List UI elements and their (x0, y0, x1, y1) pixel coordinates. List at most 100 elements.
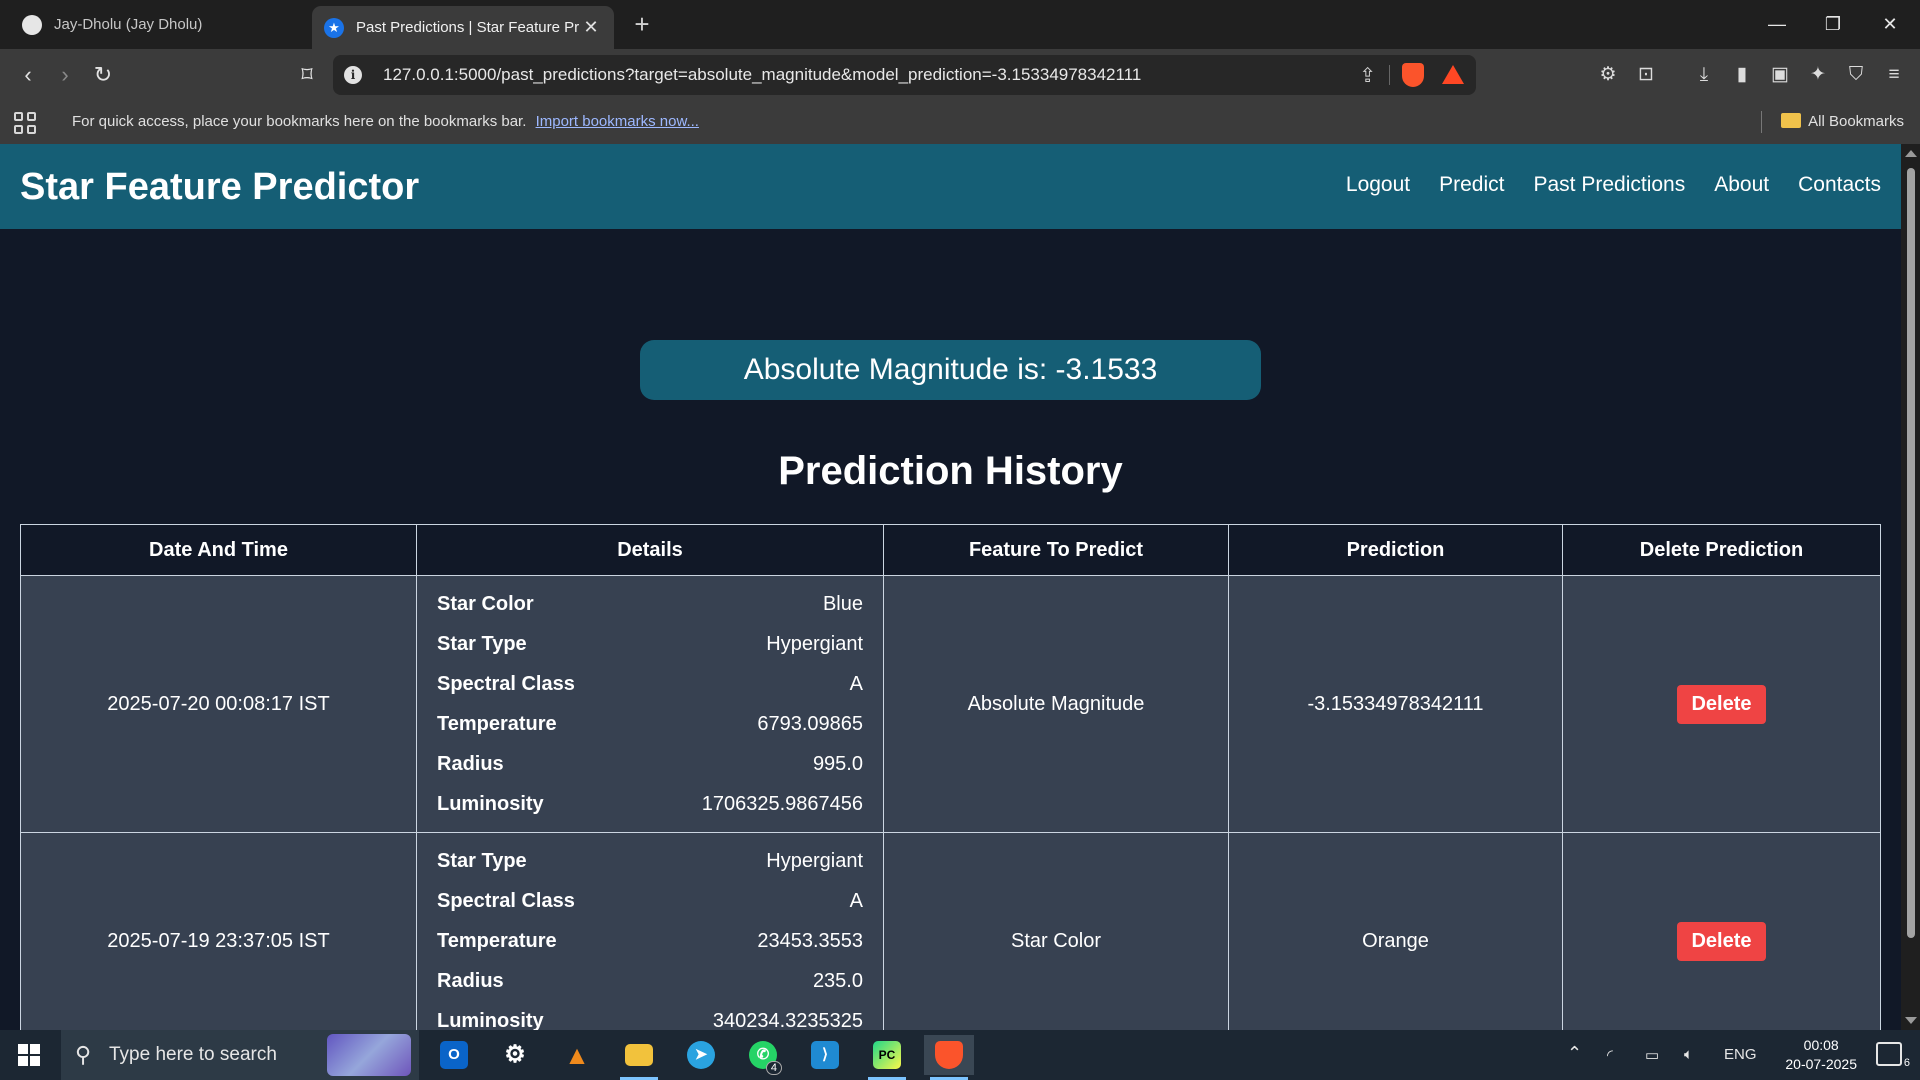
taskbar-search[interactable]: ⚲ Type here to search (61, 1030, 419, 1080)
detail-item: Radius 235.0 (437, 961, 863, 1001)
detail-item: Star Type Hypergiant (437, 841, 863, 881)
bookmark-icon[interactable]: ⌑ (292, 61, 322, 89)
new-tab-icon[interactable]: + (628, 10, 656, 38)
detail-key: Radius (437, 752, 504, 775)
minimize-icon[interactable]: — (1757, 6, 1797, 42)
download-icon[interactable]: ⤓ (1690, 61, 1718, 89)
site-brand[interactable]: Star Feature Predictor (20, 166, 419, 209)
nav-contacts[interactable]: Contacts (1798, 173, 1881, 197)
forward-icon[interactable]: › (50, 61, 80, 89)
delete-button[interactable]: Delete (1677, 684, 1766, 724)
tab-github[interactable]: Jay-Dholu (Jay Dholu) (10, 6, 310, 43)
scroll-up-icon[interactable] (1905, 150, 1917, 157)
tab-title: Past Predictions | Star Feature Pr (356, 19, 580, 36)
reload-icon[interactable]: ↻ (88, 61, 118, 89)
whatsapp-badge: 4 (765, 1061, 782, 1075)
divider (1761, 111, 1762, 133)
site-navbar: Star Feature Predictor Logout Predict Pa… (0, 144, 1901, 229)
site-info-icon[interactable]: i (344, 66, 362, 84)
address-bar[interactable]: i 127.0.0.1:5000/past_predictions?target… (333, 55, 1476, 95)
volume-icon[interactable]: 🔈︎ (1684, 1046, 1693, 1063)
brave-taskbar-icon[interactable] (924, 1035, 974, 1080)
vlc-icon[interactable]: ▲ (552, 1035, 602, 1075)
scroll-down-icon[interactable] (1905, 1017, 1917, 1024)
column-header: Feature To Predict (883, 524, 1229, 576)
all-bookmarks-button[interactable]: All Bookmarks (1781, 113, 1904, 130)
leo-ai-icon[interactable]: ✦ (1804, 61, 1832, 89)
detail-item: Temperature 23453.3553 (437, 921, 863, 961)
page-scrollbar[interactable] (1901, 144, 1920, 1030)
search-highlight-image (327, 1034, 411, 1076)
tray-overflow-icon[interactable]: ⌃ (1567, 1043, 1582, 1064)
row-delete-cell: Delete (1562, 575, 1881, 833)
wallet-icon[interactable]: ▣ (1766, 61, 1794, 89)
clock-time: 00:08 (1803, 1037, 1839, 1053)
import-bookmarks-link[interactable]: Import bookmarks now... (536, 113, 699, 130)
whatsapp-icon[interactable]: ✆ 4 (738, 1035, 788, 1075)
detail-value: 6793.09865 (757, 712, 863, 735)
share-icon[interactable]: ⇪ (1359, 63, 1376, 88)
scrollbar-thumb[interactable] (1907, 168, 1915, 938)
detail-item: Luminosity 340234.3235325 (437, 1001, 863, 1031)
row-prediction: -3.15334978342111 (1228, 575, 1563, 833)
apps-grid-icon[interactable] (14, 112, 36, 134)
close-tab-icon[interactable]: ✕ (580, 17, 602, 38)
notification-icon[interactable] (1876, 1042, 1902, 1066)
search-placeholder: Type here to search (109, 1044, 277, 1065)
tab-past-predictions[interactable]: ★ Past Predictions | Star Feature Pr ✕ (312, 6, 614, 49)
notification-count: 6 (1901, 1057, 1912, 1069)
row-datetime: 2025-07-20 00:08:17 IST (20, 575, 417, 833)
window-close-icon[interactable]: ✕ (1870, 6, 1910, 42)
vscode-icon[interactable]: ⟩ (800, 1035, 850, 1075)
detail-item: Temperature 6793.09865 (437, 704, 863, 744)
detail-key: Temperature (437, 712, 557, 735)
browser-toolbar: ‹ › ↻ ⌑ i 127.0.0.1:5000/past_prediction… (0, 49, 1920, 101)
brave-rewards-icon[interactable] (1442, 65, 1464, 84)
nav-predict[interactable]: Predict (1439, 173, 1504, 197)
row-details: Star Color Blue Star Type Hypergiant Spe… (416, 575, 884, 833)
detail-value: Hypergiant (766, 632, 863, 655)
page-content: Star Feature Predictor Logout Predict Pa… (0, 144, 1901, 1030)
vpn-icon[interactable]: ⛉ (1842, 61, 1870, 89)
back-icon[interactable]: ‹ (13, 61, 43, 89)
windows-taskbar: ⚲ Type here to search O ⚙ ▲ ➤ ✆ 4 ⟩ PC ⌃… (0, 1030, 1920, 1080)
detail-value: A (849, 889, 863, 912)
detail-key: Spectral Class (437, 672, 575, 695)
detail-value: 23453.3553 (757, 929, 863, 952)
nav-logout[interactable]: Logout (1346, 173, 1410, 197)
sidebar-icon[interactable]: ▮ (1728, 61, 1756, 89)
windows-start-icon[interactable] (18, 1044, 40, 1066)
row-feature: Star Color (883, 832, 1229, 1030)
folder-icon (1781, 113, 1802, 128)
settings-icon[interactable]: ⚙ (490, 1035, 540, 1075)
prediction-history-table: Date And Time Details Feature To Predict… (20, 524, 1881, 1030)
row-feature: Absolute Magnitude (883, 575, 1229, 833)
restore-icon[interactable]: ❐ (1813, 6, 1853, 42)
tab-title: Jay-Dholu (Jay Dholu) (54, 16, 203, 33)
wifi-icon[interactable]: ◜ (1607, 1046, 1613, 1064)
prediction-result: Absolute Magnitude is: -3.1533 (640, 340, 1261, 400)
delete-button[interactable]: Delete (1677, 921, 1766, 961)
bookmarks-hint-text: For quick access, place your bookmarks h… (72, 113, 527, 130)
detail-key: Luminosity (437, 1009, 544, 1031)
language-indicator[interactable]: ENG (1724, 1046, 1757, 1063)
site-nav: Logout Predict Past Predictions About Co… (1346, 173, 1881, 197)
detail-item: Luminosity 1706325.9867456 (437, 784, 863, 824)
telegram-icon[interactable]: ➤ (676, 1035, 726, 1075)
detail-value: Hypergiant (766, 849, 863, 872)
address-url[interactable]: 127.0.0.1:5000/past_predictions?target=a… (383, 65, 1141, 85)
taskbar-clock[interactable]: 00:08 20-07-2025 (1785, 1036, 1857, 1074)
screenshot-icon[interactable]: ⊡ (1632, 61, 1660, 89)
battery-icon[interactable]: ▭ (1645, 1046, 1659, 1064)
nav-past-predictions[interactable]: Past Predictions (1533, 173, 1685, 197)
brave-shields-icon[interactable] (1402, 63, 1424, 87)
pycharm-icon[interactable]: PC (862, 1035, 912, 1080)
clock-date: 20-07-2025 (1785, 1056, 1857, 1072)
outlook-icon[interactable]: O (429, 1035, 479, 1075)
detail-value: 235.0 (812, 969, 863, 992)
extensions-icon[interactable]: ⚙ (1594, 61, 1622, 89)
file-explorer-icon[interactable] (614, 1035, 664, 1080)
menu-icon[interactable]: ≡ (1880, 61, 1908, 89)
nav-about[interactable]: About (1714, 173, 1769, 197)
detail-key: Temperature (437, 929, 557, 952)
